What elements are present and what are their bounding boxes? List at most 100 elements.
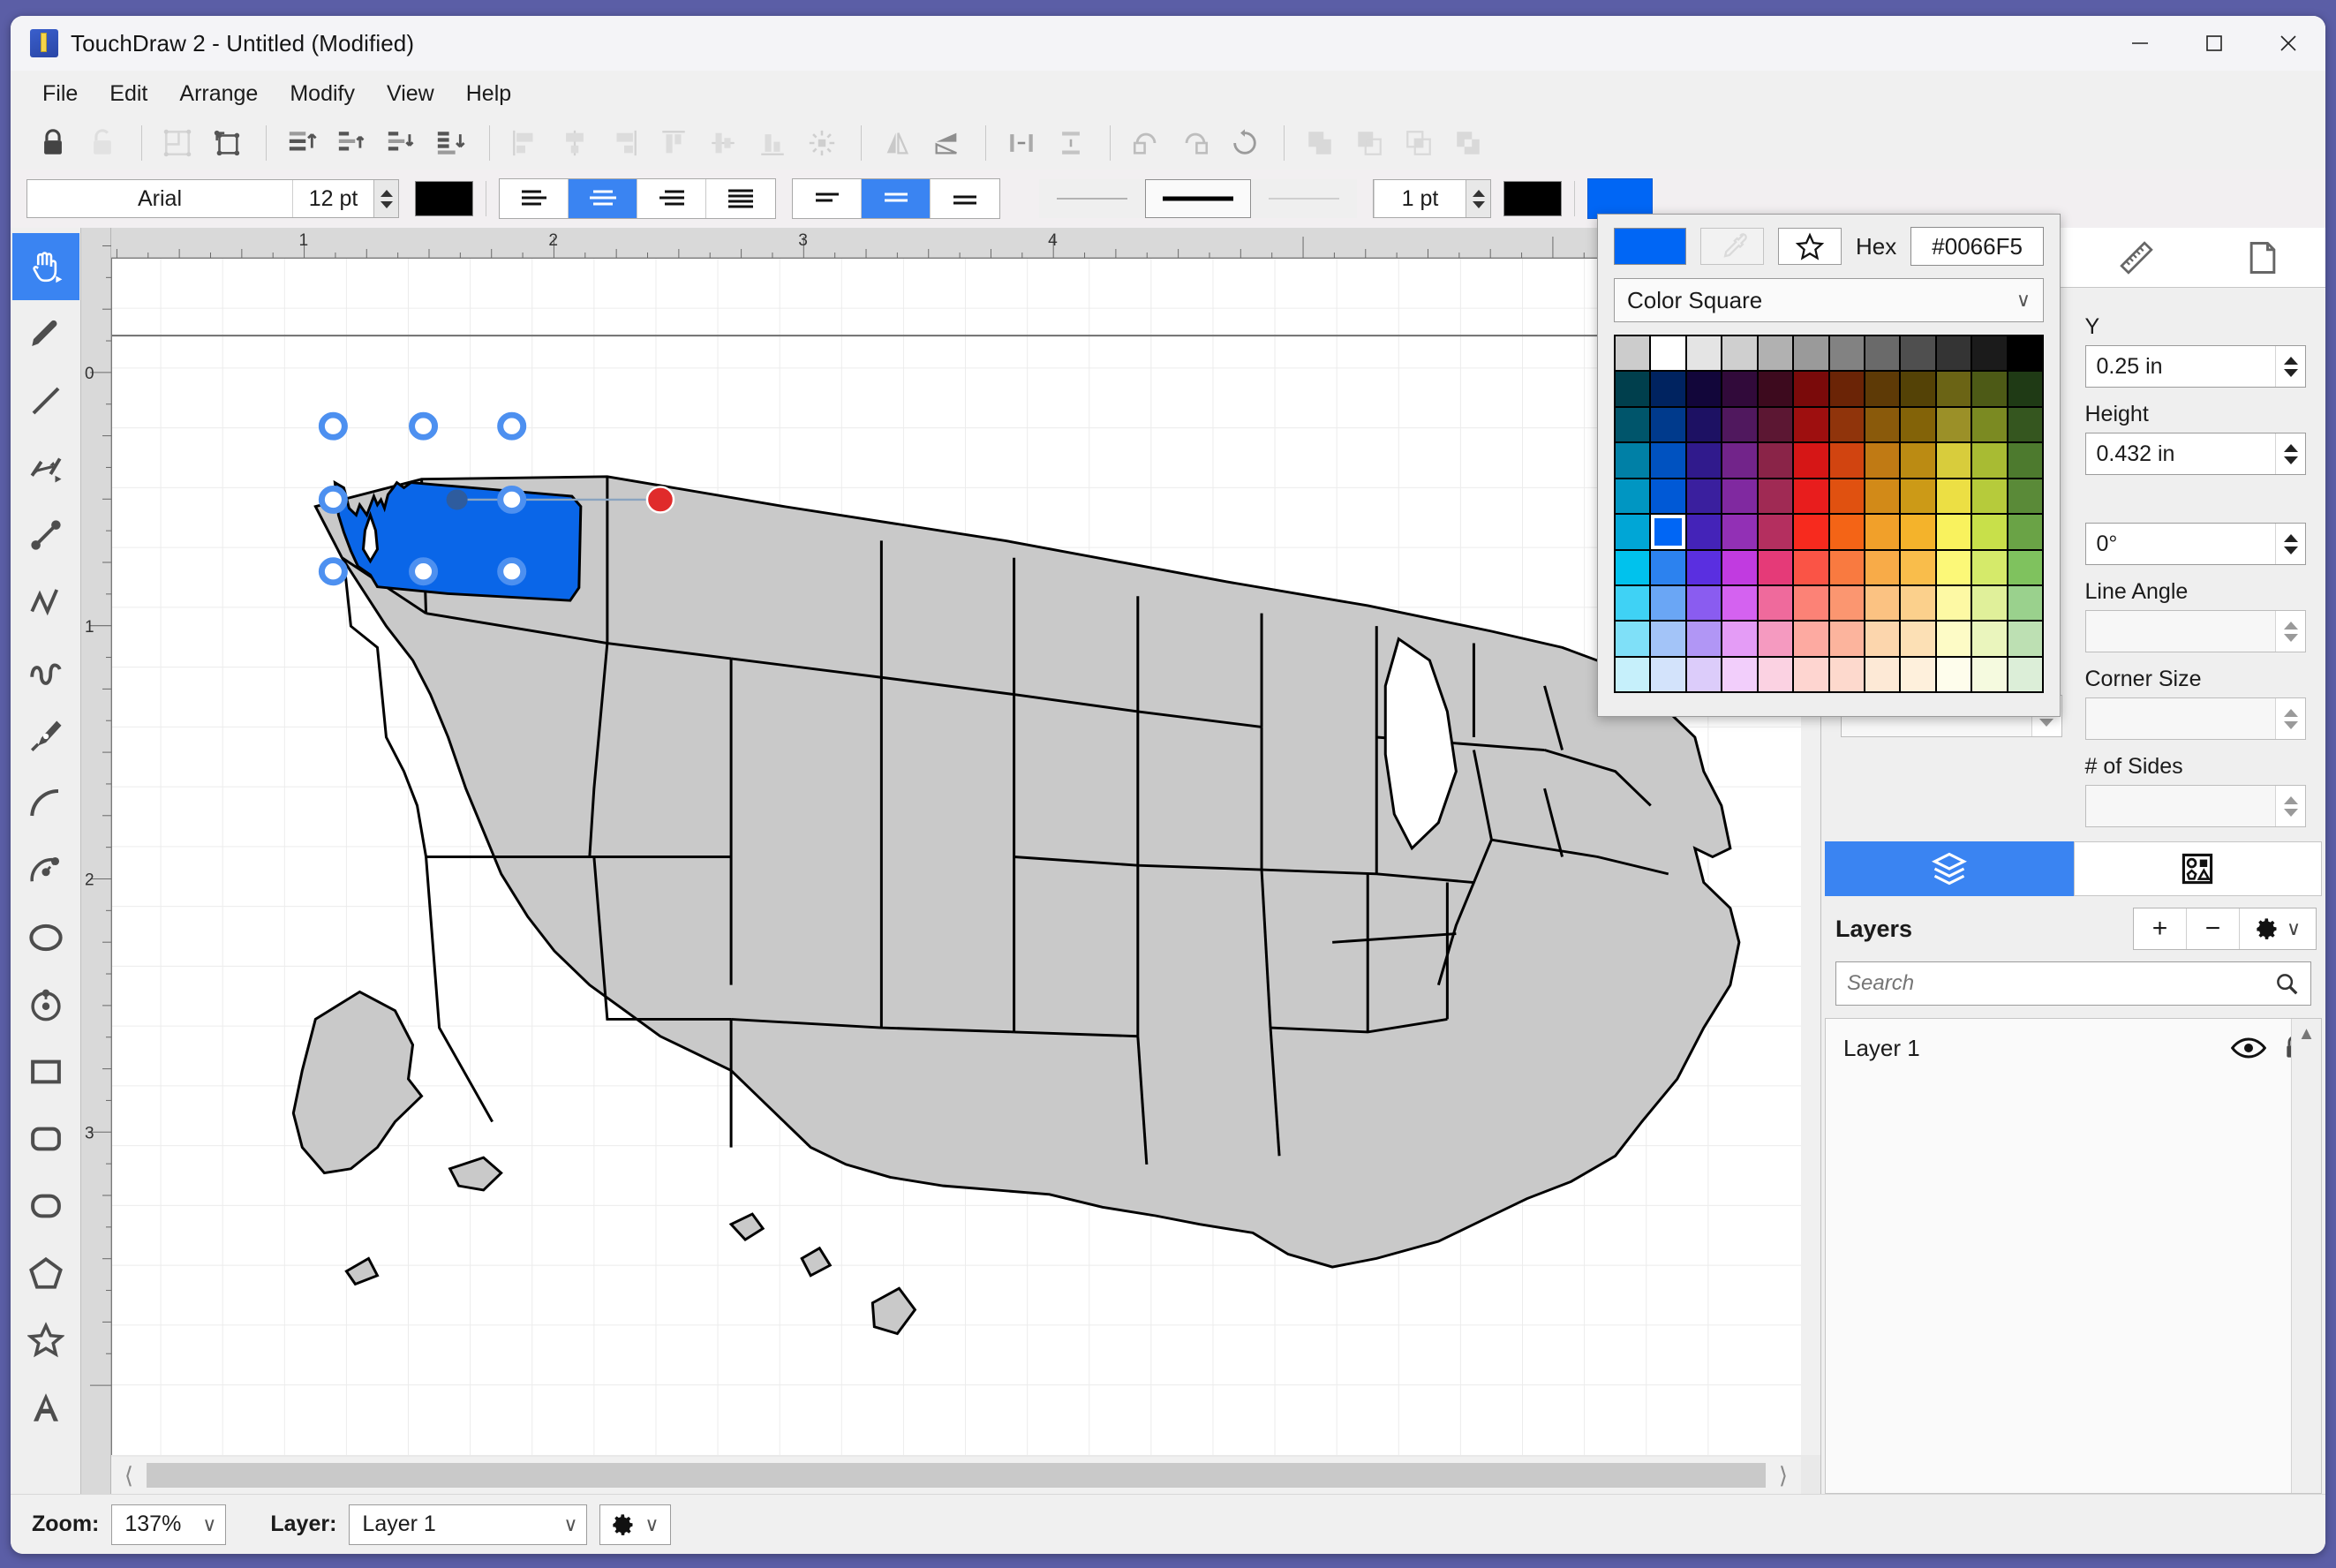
rounded-rect-tool[interactable] (12, 1105, 79, 1172)
shapes-tab[interactable] (2073, 841, 2322, 896)
color-swatch[interactable] (1829, 336, 1864, 371)
height-stepper[interactable] (2275, 433, 2305, 474)
color-swatch[interactable] (1722, 372, 1757, 406)
align-bottom-icon[interactable] (750, 122, 795, 164)
color-swatch[interactable] (1722, 585, 1757, 621)
color-swatch[interactable] (1972, 550, 2007, 584)
color-swatch[interactable] (1936, 372, 1971, 406)
stroke-color-swatch[interactable] (1503, 181, 1562, 216)
color-swatch[interactable] (1865, 657, 1900, 692)
color-swatch[interactable] (1794, 372, 1828, 406)
align-top-icon[interactable] (651, 122, 697, 164)
color-swatch[interactable] (1865, 479, 1900, 514)
color-swatch[interactable] (1616, 657, 1650, 692)
color-swatch[interactable] (1936, 515, 1971, 549)
color-swatch[interactable] (1936, 550, 1971, 584)
color-swatch[interactable] (1686, 585, 1722, 621)
scroll-right-icon[interactable]: ⟩ (1766, 1462, 1801, 1489)
color-swatch[interactable] (2008, 657, 2042, 692)
polyline-tool[interactable] (12, 569, 79, 636)
close-button[interactable] (2251, 16, 2325, 71)
layers-list-scrollbar[interactable]: ▲ (2291, 1019, 2321, 1493)
layer-settings-button[interactable]: ∨ (2240, 908, 2316, 949)
color-swatch[interactable] (1794, 336, 1828, 371)
color-swatch[interactable] (1972, 407, 2007, 442)
color-swatch[interactable] (1829, 407, 1864, 442)
dimensions-tab[interactable] (2074, 228, 2200, 287)
color-swatch[interactable] (2008, 550, 2042, 584)
color-swatch[interactable] (1829, 443, 1864, 478)
line-thin-button[interactable] (1039, 179, 1145, 218)
color-swatch[interactable] (1936, 479, 1971, 514)
corner-size-field[interactable] (2084, 697, 2306, 740)
rotation-stepper[interactable] (2275, 524, 2305, 564)
color-swatch[interactable] (1794, 407, 1828, 442)
canvas-horizontal-scrollbar[interactable]: ⟨ ⟩ (111, 1457, 1801, 1494)
menu-file[interactable]: File (26, 76, 94, 112)
color-swatch[interactable] (1972, 657, 2007, 692)
eye-icon[interactable] (2231, 1035, 2266, 1061)
color-swatch[interactable] (1936, 622, 1971, 656)
color-swatch[interactable] (1901, 515, 1935, 549)
bring-to-front-icon[interactable] (279, 122, 325, 164)
menu-modify[interactable]: Modify (274, 76, 371, 112)
color-swatch[interactable] (2008, 585, 2042, 621)
color-swatch[interactable] (1722, 479, 1757, 514)
layer-settings-menu-button[interactable]: ∨ (599, 1504, 671, 1545)
color-swatch[interactable] (1829, 657, 1864, 692)
color-swatch[interactable] (1686, 443, 1722, 478)
color-swatch[interactable] (1794, 479, 1828, 514)
color-swatch[interactable] (1901, 622, 1935, 656)
y-stepper[interactable] (2275, 346, 2305, 387)
color-swatch[interactable] (1722, 657, 1757, 692)
color-swatch[interactable] (2008, 479, 2042, 514)
color-swatch[interactable] (1758, 407, 1793, 442)
align-right-icon[interactable] (601, 122, 647, 164)
color-swatch[interactable] (1686, 372, 1722, 406)
send-backward-icon[interactable] (378, 122, 424, 164)
add-layer-button[interactable]: + (2134, 908, 2187, 949)
minimize-button[interactable] (2103, 16, 2177, 71)
color-swatch[interactable] (1758, 585, 1793, 621)
color-swatch[interactable] (1972, 479, 2007, 514)
layers-tab[interactable] (1825, 841, 2074, 896)
layer-select[interactable]: Layer 1 ∨ (349, 1504, 588, 1545)
color-swatch[interactable] (1616, 336, 1650, 371)
color-swatch[interactable] (1972, 585, 2007, 621)
color-swatch[interactable] (1829, 372, 1864, 406)
height-field[interactable]: 0.432 in (2084, 433, 2306, 475)
color-swatch[interactable] (1829, 550, 1864, 584)
color-swatch[interactable] (1616, 622, 1650, 656)
valign-middle-button[interactable] (862, 179, 931, 218)
menu-view[interactable]: View (371, 76, 450, 112)
color-swatch[interactable] (1865, 336, 1900, 371)
ungroup-icon[interactable] (204, 122, 250, 164)
color-swatch[interactable] (2008, 622, 2042, 656)
reset-rotation-icon[interactable] (1222, 122, 1268, 164)
color-swatch[interactable] (1794, 585, 1828, 621)
scroll-thumb[interactable] (147, 1463, 1766, 1488)
pen-tool[interactable] (12, 703, 79, 770)
document-tab[interactable] (2199, 228, 2325, 287)
color-swatch[interactable] (1901, 443, 1935, 478)
rectangle-tool[interactable] (12, 1038, 79, 1105)
color-swatch[interactable] (1722, 336, 1757, 371)
send-to-back-icon[interactable] (427, 122, 473, 164)
color-swatch[interactable] (1829, 585, 1864, 621)
color-swatch[interactable] (1901, 407, 1935, 442)
difference-icon[interactable] (1445, 122, 1491, 164)
distribute-icon[interactable] (799, 122, 845, 164)
curve-tool[interactable] (12, 636, 79, 703)
line-solid-button[interactable] (1145, 179, 1251, 218)
union-icon[interactable] (1297, 122, 1343, 164)
text-color-swatch[interactable] (415, 181, 473, 216)
color-swatch[interactable] (1865, 515, 1900, 549)
color-swatch[interactable] (2008, 515, 2042, 549)
current-color-swatch[interactable] (1614, 228, 1686, 265)
color-swatch[interactable] (1936, 407, 1971, 442)
line-tool[interactable] (12, 367, 79, 434)
subtract-icon[interactable] (1346, 122, 1392, 164)
star-tool[interactable] (12, 1307, 79, 1374)
color-swatch[interactable] (1651, 550, 1685, 584)
align-justify-button[interactable] (706, 179, 775, 218)
